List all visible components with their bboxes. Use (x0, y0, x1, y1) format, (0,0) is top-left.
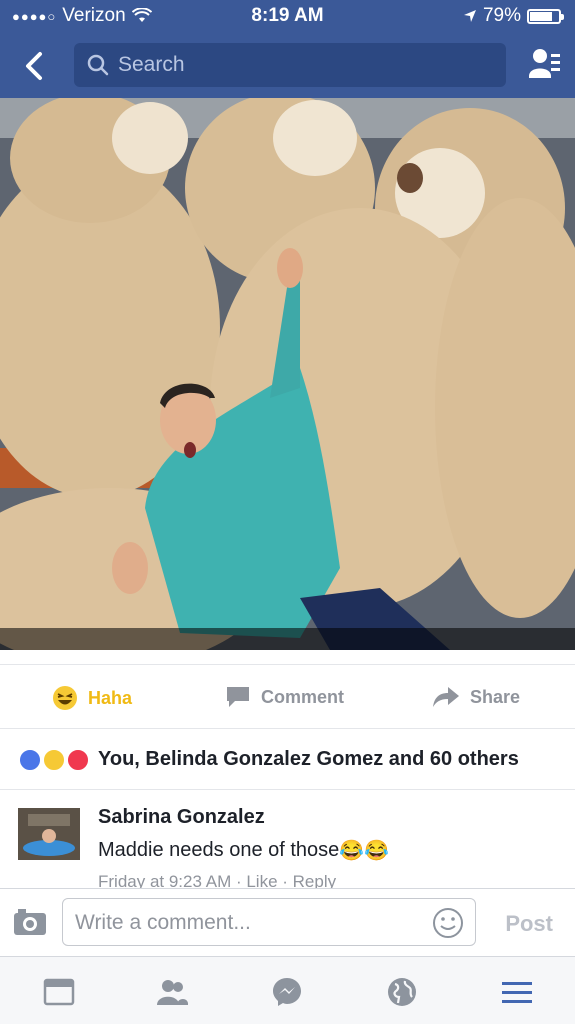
reactions-text: You, Belinda Gonzalez Gomez and 60 other… (98, 748, 519, 770)
comment-item: Sabrina Gonzalez Maddie needs one of tho… (0, 790, 575, 888)
search-placeholder: Search (118, 53, 185, 76)
bottom-tab-bar (0, 956, 575, 1024)
reactions-summary[interactable]: You, Belinda Gonzalez Gomez and 60 other… (0, 728, 575, 790)
camera-icon[interactable] (12, 907, 48, 937)
location-arrow-icon (463, 10, 476, 22)
friend-list-icon[interactable] (529, 46, 561, 82)
globe-icon[interactable] (385, 975, 419, 1009)
post-actions: Haha Comment Share (0, 664, 575, 728)
share-button[interactable]: Share (432, 685, 520, 709)
battery-icon (527, 8, 564, 24)
love-reaction-icon (66, 748, 90, 772)
comment-input[interactable]: Write a comment... (62, 898, 476, 946)
comment-composer: Write a comment... Post (0, 888, 575, 956)
share-label: Share (470, 686, 521, 707)
comment-bubble-icon (227, 687, 249, 707)
comment-label: Comment (261, 686, 345, 707)
battery-fill (530, 11, 552, 21)
menu-icon[interactable] (500, 975, 534, 1009)
top-nav: Search (0, 34, 575, 98)
sticker-smiley-icon[interactable] (432, 907, 464, 939)
battery-percent: 79% (482, 5, 521, 26)
status-bar: ●●●●○ Verizon 8:19 AM 79% (0, 0, 575, 34)
comment-text-row: Maddie needs one of those 😂😂 (98, 838, 389, 863)
haha-reaction-icon (42, 748, 66, 772)
comment-text: Maddie needs one of those (98, 839, 340, 861)
back-chevron-icon[interactable] (18, 46, 52, 86)
share-arrow-icon (433, 687, 459, 707)
post-photo-illustration (0, 98, 575, 650)
comment-button[interactable]: Comment (225, 685, 344, 709)
post-photo[interactable] (0, 98, 575, 650)
news-feed-icon[interactable] (42, 975, 76, 1009)
reaction-icons (18, 748, 98, 772)
comment-meta[interactable]: Friday at 9:23 AM · Like · Reply (98, 872, 336, 888)
messenger-icon[interactable] (270, 975, 304, 1009)
comment-emoji: 😂😂 (339, 840, 390, 862)
search-input[interactable]: Search (74, 43, 506, 87)
search-icon (87, 54, 109, 76)
commenter-name[interactable]: Sabrina Gonzalez (98, 806, 265, 829)
like-reaction-icon (18, 748, 42, 772)
battery-group: 79% (463, 5, 564, 27)
friends-icon[interactable] (155, 975, 189, 1009)
haha-label: Haha (88, 687, 133, 708)
post-button[interactable]: Post (505, 911, 553, 937)
comment-input-placeholder: Write a comment... (75, 911, 251, 934)
commenter-avatar[interactable] (18, 808, 80, 860)
haha-reaction-icon (53, 686, 77, 710)
haha-button[interactable]: Haha (52, 685, 132, 711)
